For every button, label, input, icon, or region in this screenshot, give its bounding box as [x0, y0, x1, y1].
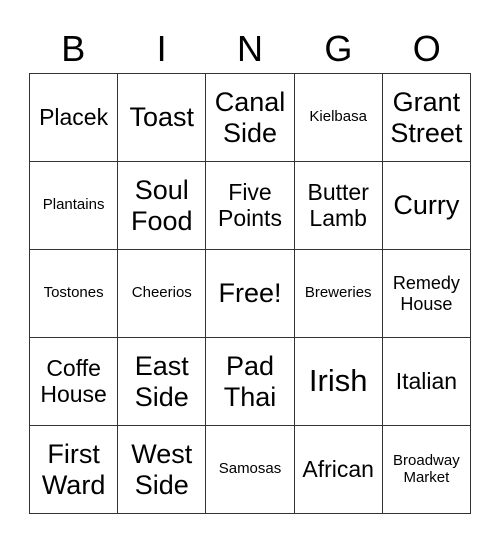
bingo-cell[interactable]: African [294, 426, 383, 514]
bingo-cell[interactable]: West Side [118, 426, 207, 514]
free-space-cell[interactable]: Free! [206, 250, 295, 338]
bingo-cell[interactable]: Tostones [30, 250, 119, 338]
bingo-cell[interactable]: Butter Lamb [294, 162, 383, 250]
bingo-cell[interactable]: Plantains [30, 162, 119, 250]
bingo-cell[interactable]: Canal Side [206, 74, 295, 162]
bingo-cell[interactable]: Irish [294, 338, 383, 426]
header-letter-o: O [412, 28, 441, 69]
header-letter-n: N [236, 28, 263, 69]
bingo-cell[interactable]: Italian [382, 338, 471, 426]
bingo-cell[interactable]: Five Points [206, 162, 295, 250]
bingo-cell[interactable]: Remedy House [382, 250, 471, 338]
header-letter-i: I [156, 28, 167, 69]
bingo-cell[interactable]: Grant Street [382, 74, 471, 162]
bingo-cell[interactable]: Breweries [294, 250, 383, 338]
bingo-header: B I N G O [29, 24, 471, 74]
bingo-cell[interactable]: Cheerios [118, 250, 207, 338]
header-letter-g: G [324, 28, 353, 69]
bingo-cell[interactable]: Pad Thai [206, 338, 295, 426]
bingo-cell[interactable]: Placek [30, 74, 119, 162]
bingo-cell[interactable]: Kielbasa [294, 74, 383, 162]
bingo-cell[interactable]: East Side [118, 338, 207, 426]
bingo-cell[interactable]: Soul Food [118, 162, 207, 250]
bingo-cell[interactable]: First Ward [30, 426, 119, 514]
bingo-cell[interactable]: Samosas [206, 426, 295, 514]
bingo-cell[interactable]: Toast [118, 74, 207, 162]
header-letter-b: B [61, 28, 86, 69]
bingo-cell[interactable]: Broadway Market [382, 426, 471, 514]
bingo-cell[interactable]: Coffe House [30, 338, 119, 426]
bingo-cell[interactable]: Curry [382, 162, 471, 250]
bingo-card-grid: Placek Toast Canal Side Kielbasa Grant S… [29, 73, 471, 514]
